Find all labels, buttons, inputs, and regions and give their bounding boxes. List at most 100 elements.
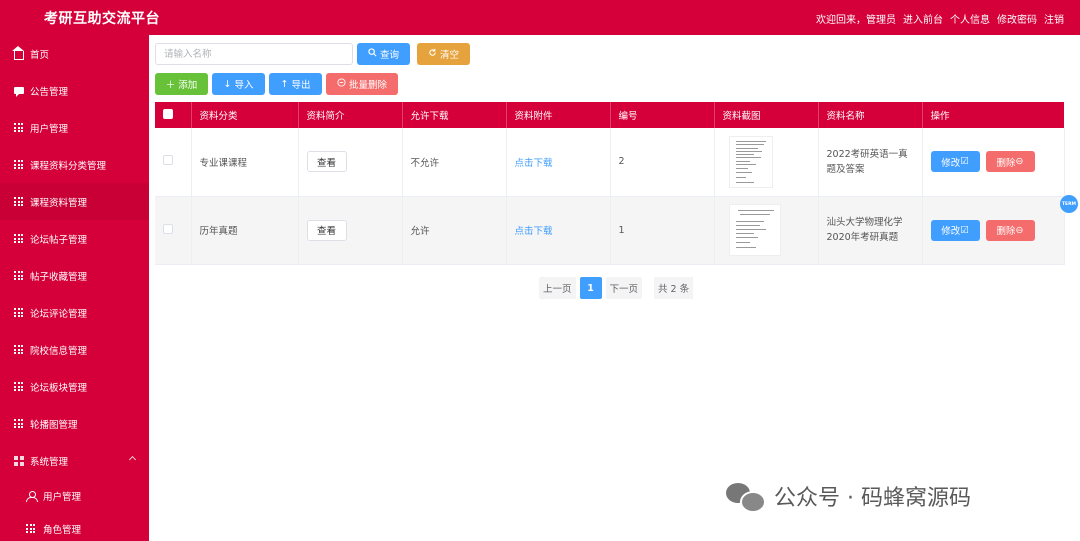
intro-cell: 查看 [298,128,403,197]
sidebar-item-carousel[interactable]: 轮播图管理 [0,405,149,442]
watermark-text: 公众号 · 码蜂窝源码 [774,486,971,511]
top-links: 欢迎回来，管理员 进入前台 个人信息 修改密码 注销 [816,11,1064,26]
category-cell: 历年真题 [191,196,299,265]
column-header: 资料截图 [714,102,819,128]
sidebar-item-forum-comments[interactable]: 论坛评论管理 [0,294,149,331]
edit-icon: ☑ [960,156,969,168]
edit-button[interactable]: 修改 ☑ [930,151,980,173]
sidebar-subitem-users[interactable]: 用户管理 [0,479,149,512]
delete-button-label: 删除 [996,157,1016,169]
circle-minus-icon: ⊖ [1015,156,1024,168]
prev-page-button[interactable]: 上一页 [539,277,576,299]
sidebar-item-school-info[interactable]: 院校信息管理 [0,331,149,368]
pagination: 上一页 1 下一页 共 2 条 [539,277,694,299]
sidebar-item-label: 系统管理 [30,456,69,468]
change-password-link[interactable]: 修改密码 [997,11,1037,26]
profile-link[interactable]: 个人信息 [950,11,990,26]
search-icon [368,48,377,60]
arrow-up-icon: ↑ [280,78,289,90]
column-header: 允许下载 [402,102,507,128]
download-allowed-cell: 不允许 [402,128,507,197]
column-header: 操作 [922,102,1065,128]
edit-button-label: 修改 [941,226,961,237]
id-cell: 1 [610,196,715,265]
sidebar: 首页 公告管理 用户管理 课程资料分类管理 课程资料管理 论坛帖子管理 帖子收藏… [0,35,149,541]
row-checkbox[interactable] [163,223,173,234]
category-cell: 专业课课程 [191,128,299,197]
search-input[interactable] [155,43,353,65]
grid-icon [13,270,24,281]
sidebar-item-forum-posts[interactable]: 论坛帖子管理 [0,220,149,257]
sidebar-item-label: 用户管理 [30,123,69,135]
view-intro-button[interactable]: 查看 [306,151,347,173]
import-button[interactable]: ↓ 导入 [212,73,265,95]
edit-button-label: 修改 [941,157,961,169]
row-select-cell [155,196,192,265]
attachment-cell: 点击下载 [506,196,611,265]
sidebar-item-home[interactable]: 首页 [0,35,149,72]
sidebar-item-label: 首页 [30,49,50,61]
delete-button-label: 删除 [996,226,1016,237]
grid-icon [13,344,24,355]
table-row: 专业课课程 查看 不允许 点击下载 2 2022考研英语一真题及答案 修改 ☑ 删除… [155,128,1065,197]
clear-button[interactable]: 清空 [417,43,470,65]
sidebar-item-label: 公告管理 [30,86,69,98]
sidebar-item-forum-sections[interactable]: 论坛板块管理 [0,368,149,405]
enter-frontend-link[interactable]: 进入前台 [903,11,943,26]
table-row: 历年真题 查看 允许 点击下载 1 汕头大学物理化学2020年考研真题 修改 ☑ 删… [155,196,1065,265]
grid-icon [13,381,24,392]
user-icon [26,490,38,502]
refresh-icon [428,48,437,60]
sidebar-subitem-label: 用户管理 [43,491,82,503]
logout-link[interactable]: 注销 [1044,11,1064,26]
export-button[interactable]: ↑ 导出 [269,73,322,95]
document-thumbnail[interactable] [728,135,773,188]
batch-delete-button[interactable]: 批量删除 [326,73,398,95]
import-button-label: 导入 [234,80,254,91]
sidebar-item-label: 论坛帖子管理 [30,234,88,246]
column-header: 资料附件 [506,102,611,128]
sidebar-item-system[interactable]: 系统管理 [0,442,149,479]
sidebar-item-label: 论坛板块管理 [30,382,88,394]
sidebar-item-label: 论坛评论管理 [30,308,88,320]
add-button[interactable]: ＋ 添加 [155,73,208,95]
plus-icon: ＋ [165,80,176,91]
select-all-cell [155,102,192,128]
sidebar-subitem-roles[interactable]: 角色管理 [0,512,149,541]
arrow-down-icon: ↓ [223,78,232,90]
sidebar-item-course-materials[interactable]: 课程资料管理 [0,183,149,220]
view-intro-button[interactable]: 查看 [306,219,347,241]
export-button-label: 导出 [291,80,311,91]
watermark: 公众号 · 码蜂窝源码 [726,480,971,513]
page-number-button[interactable]: 1 [579,277,602,299]
column-header: 资料分类 [191,102,299,128]
circle-minus-icon: ⊖ [1015,224,1024,236]
sidebar-subitem-label: 角色管理 [43,524,82,536]
delete-button[interactable]: 删除 ⊖ [985,219,1035,241]
top-bar: 考研互助交流平台 欢迎回来，管理员 进入前台 个人信息 修改密码 注销 [0,0,1080,35]
add-button-label: 添加 [178,80,198,91]
column-header: 资料名称 [818,102,923,128]
floating-term-button[interactable]: TERM [1060,195,1078,213]
row-checkbox[interactable] [163,155,173,166]
download-link[interactable]: 点击下载 [515,226,553,237]
batch-delete-button-label: 批量删除 [348,80,387,91]
query-button[interactable]: 查询 [357,43,410,65]
sidebar-item-post-favorites[interactable]: 帖子收藏管理 [0,257,149,294]
delete-button[interactable]: 删除 ⊖ [985,151,1035,173]
select-all-checkbox[interactable] [163,108,173,119]
sidebar-item-users[interactable]: 用户管理 [0,109,149,146]
sidebar-item-course-category[interactable]: 课程资料分类管理 [0,146,149,183]
edit-button[interactable]: 修改 ☑ [930,219,980,241]
grid-icon [13,418,24,429]
table-header-row: 资料分类 资料简介 允许下载 资料附件 编号 资料截图 资料名称 操作 [155,102,1065,128]
edit-icon: ☑ [960,224,969,236]
next-page-button[interactable]: 下一页 [605,277,643,299]
grid-icon [13,307,24,318]
sidebar-item-announcements[interactable]: 公告管理 [0,72,149,109]
screenshot-cell [714,196,819,265]
screenshot-cell [714,128,819,197]
download-link[interactable]: 点击下载 [515,158,553,169]
document-thumbnail[interactable] [728,204,781,256]
chat-icon [13,85,24,97]
